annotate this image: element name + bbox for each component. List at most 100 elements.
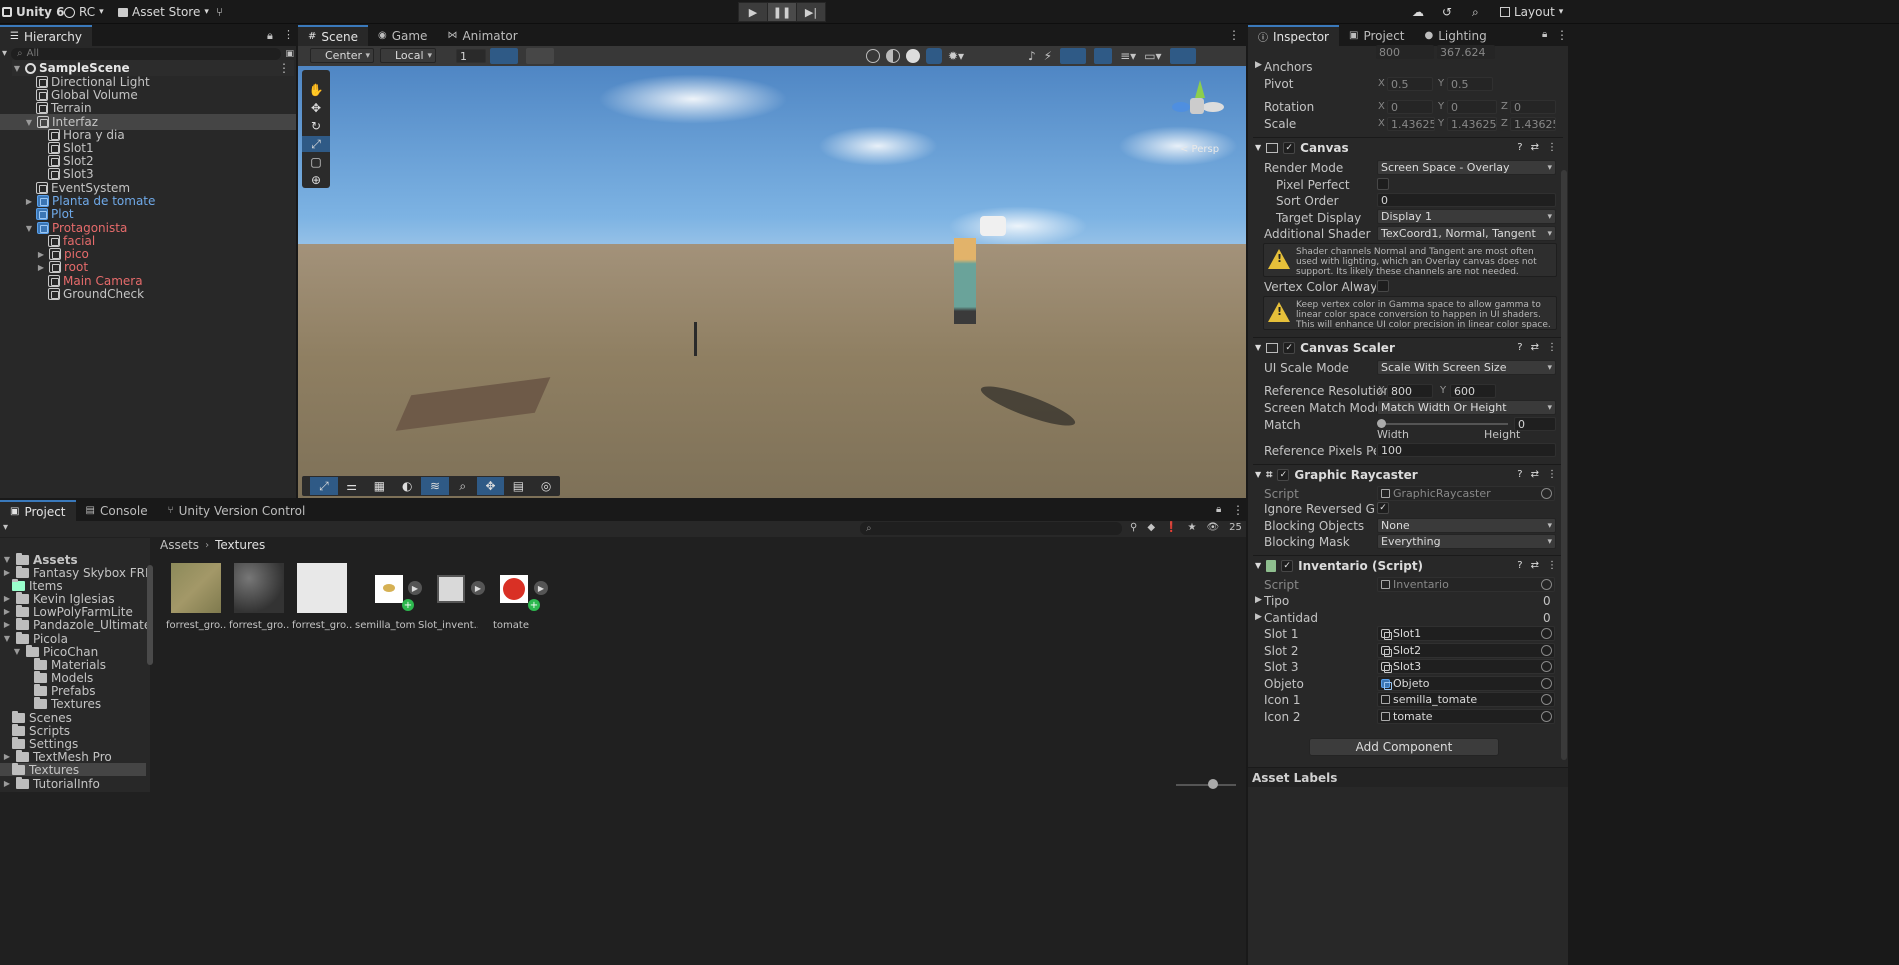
cloud-button[interactable]: ☁ [1412, 3, 1424, 21]
expand-arrow-icon[interactable]: ▶ [2, 568, 12, 577]
expand-arrow-icon[interactable]: ▶ [2, 779, 12, 788]
object-picker-icon[interactable] [1541, 661, 1552, 672]
ref-y-field[interactable]: 600 [1450, 384, 1496, 398]
shader-channels-dropdown[interactable]: TexCoord1, Normal, Tangent [1377, 226, 1556, 241]
expand-arrow-icon[interactable]: ▶ [1255, 60, 1262, 70]
blocking-mask-dropdown[interactable]: Everything [1377, 534, 1556, 549]
asset-tile[interactable]: forrest_gro... [166, 563, 226, 631]
paint-icon[interactable]: ≋ [421, 477, 449, 495]
scale-z-field[interactable]: 1.43625 [1510, 117, 1556, 131]
slot3-field[interactable]: Slot3 [1377, 659, 1555, 674]
expand-arrow-icon[interactable]: ▼ [2, 555, 12, 564]
scale-tool-icon[interactable]: ⤢ [302, 136, 330, 152]
add-icon[interactable]: ▾ [2, 48, 7, 59]
breadcrumb-assets[interactable]: Assets [160, 538, 199, 552]
camera-icon[interactable] [1060, 48, 1087, 64]
expand-arrow-icon[interactable]: ▶ [24, 197, 34, 206]
add-icon[interactable]: ▾ [3, 522, 8, 533]
match-slider[interactable] [1380, 423, 1508, 425]
expand-arrow-icon[interactable]: ▼ [24, 118, 34, 127]
unity-menu[interactable]: Unity 6 [2, 3, 65, 21]
aspect-icon[interactable]: ▭▾ [1144, 49, 1161, 63]
inspector-scrollbar[interactable] [1561, 170, 1567, 760]
account-dropdown[interactable]: RC ▾ [64, 3, 104, 21]
breadcrumb-textures[interactable]: Textures [215, 538, 265, 552]
persp-label[interactable]: < Persp [1180, 144, 1219, 155]
play-button[interactable]: ▶ [738, 2, 768, 22]
lock-icon[interactable]: 🔒︎ [1542, 29, 1547, 40]
camera-gizmo-icon[interactable] [980, 216, 1006, 236]
z-axis-icon[interactable] [1172, 102, 1190, 112]
tab-inspector[interactable]: ⓘ Inspector [1248, 25, 1339, 46]
tree-item[interactable]: ▶ Kevin Iglesias [2, 591, 115, 606]
canvas-component-header[interactable]: ▼ ✓ Canvas ? ⇄ ⋮ [1253, 137, 1563, 157]
lock-icon[interactable]: 🔒︎ [267, 29, 273, 43]
layers-icon[interactable]: ≡▾ [1120, 49, 1136, 63]
enabled-checkbox[interactable]: ✓ [1281, 559, 1294, 572]
ui-scale-mode-dropdown[interactable]: Scale With Screen Size [1377, 360, 1556, 375]
expand-arrow-icon[interactable]: ▶ [2, 752, 12, 761]
tree-item[interactable]: ▼ PicoChan [12, 644, 98, 659]
hand-tool-icon[interactable]: ✋ [302, 82, 330, 98]
hierarchy-search-input[interactable]: ⌕ All [11, 47, 282, 60]
slot1-field[interactable]: Slot1 [1377, 626, 1555, 641]
help-icon[interactable]: ? [1517, 560, 1522, 571]
effects-icon[interactable]: ✹▾ [948, 49, 964, 63]
rotate-tool-icon[interactable]: ↻ [302, 118, 330, 134]
character-model[interactable] [954, 238, 976, 324]
step-button[interactable]: ▶| [796, 2, 826, 22]
scene-visibility-icon[interactable]: ▣ [285, 49, 294, 59]
more-icon[interactable]: ⋮ [1232, 503, 1244, 517]
preset-icon[interactable]: ⇄ [1531, 469, 1539, 480]
orientation-gizmo[interactable] [1170, 80, 1226, 134]
slot2-field[interactable]: Slot2 [1377, 643, 1555, 658]
brush-icon[interactable]: ◐ [393, 477, 421, 495]
objeto-field[interactable]: Objeto [1377, 676, 1555, 691]
pivot-dropdown[interactable]: Center [310, 48, 374, 63]
zoom-slider[interactable] [1176, 784, 1236, 786]
tab-project[interactable]: ▣ Project [1339, 25, 1415, 46]
expand-arrow-icon[interactable]: ▶ [2, 620, 12, 629]
tab-lighting[interactable]: ● Lighting [1415, 25, 1497, 46]
scale-x-field[interactable]: 1.43625 [1387, 117, 1435, 131]
asset-tile[interactable]: ▶ Slot_invent... [418, 563, 485, 631]
object-picker-icon[interactable] [1541, 645, 1552, 656]
match-slider-thumb[interactable] [1377, 419, 1386, 428]
sort-order-field[interactable]: 0 [1377, 193, 1556, 207]
tree-item-selected[interactable]: Textures [0, 762, 146, 777]
expand-arrow-icon[interactable]: ▼ [1255, 470, 1261, 479]
zoom-slider-thumb[interactable] [1208, 779, 1218, 789]
sliders-icon[interactable]: ⚌ [338, 477, 366, 495]
grid-toggle[interactable] [526, 48, 554, 64]
grid-size-field[interactable]: 1 [456, 49, 486, 63]
graphic-raycaster-header[interactable]: ▼ ⌗ ✓ Graphic Raycaster ? ⇄ ⋮ [1253, 464, 1563, 484]
tree-item[interactable]: Scripts [12, 723, 70, 738]
move-tool-icon[interactable]: ✥ [302, 100, 330, 116]
more-icon[interactable]: ⋮ [283, 28, 294, 41]
more-icon[interactable]: ⋮ [1547, 342, 1557, 353]
enabled-checkbox[interactable]: ✓ [1283, 341, 1296, 354]
tab-scene[interactable]: # Scene [298, 25, 368, 46]
expand-arrow-icon[interactable]: ▼ [1255, 561, 1261, 570]
star-icon[interactable]: ★ [1187, 522, 1196, 533]
info-icon[interactable]: ❗ [1165, 522, 1177, 533]
tree-item[interactable]: Settings [12, 736, 78, 751]
asset-tile[interactable]: forrest_gro... [229, 563, 289, 631]
tipo-label[interactable]: Tipo [1264, 594, 1289, 608]
x-axis-icon[interactable] [1202, 102, 1224, 112]
preset-icon[interactable]: ⇄ [1531, 142, 1539, 153]
expand-arrow-icon[interactable]: ▼ [1255, 343, 1261, 352]
history-button[interactable]: ↺ [1442, 3, 1452, 21]
expand-arrow-icon[interactable]: ▼ [1255, 143, 1261, 152]
tab-game[interactable]: ◉ Game [368, 25, 437, 46]
help-icon[interactable]: ? [1517, 342, 1522, 353]
snap-toggle[interactable] [490, 48, 518, 64]
enabled-checkbox[interactable]: ✓ [1283, 141, 1296, 154]
anchors-label[interactable]: Anchors [1264, 60, 1313, 74]
eye-icon[interactable]: 👁︎ [1206, 522, 1219, 533]
height-field[interactable]: 367.624 [1437, 45, 1495, 59]
hierarchy-item-groundcheck[interactable]: GroundCheck [48, 286, 144, 302]
object-picker-icon[interactable] [1541, 678, 1552, 689]
rotation-y-field[interactable]: 0 [1447, 100, 1497, 114]
pivot-x-field[interactable]: 0.5 [1387, 77, 1433, 91]
